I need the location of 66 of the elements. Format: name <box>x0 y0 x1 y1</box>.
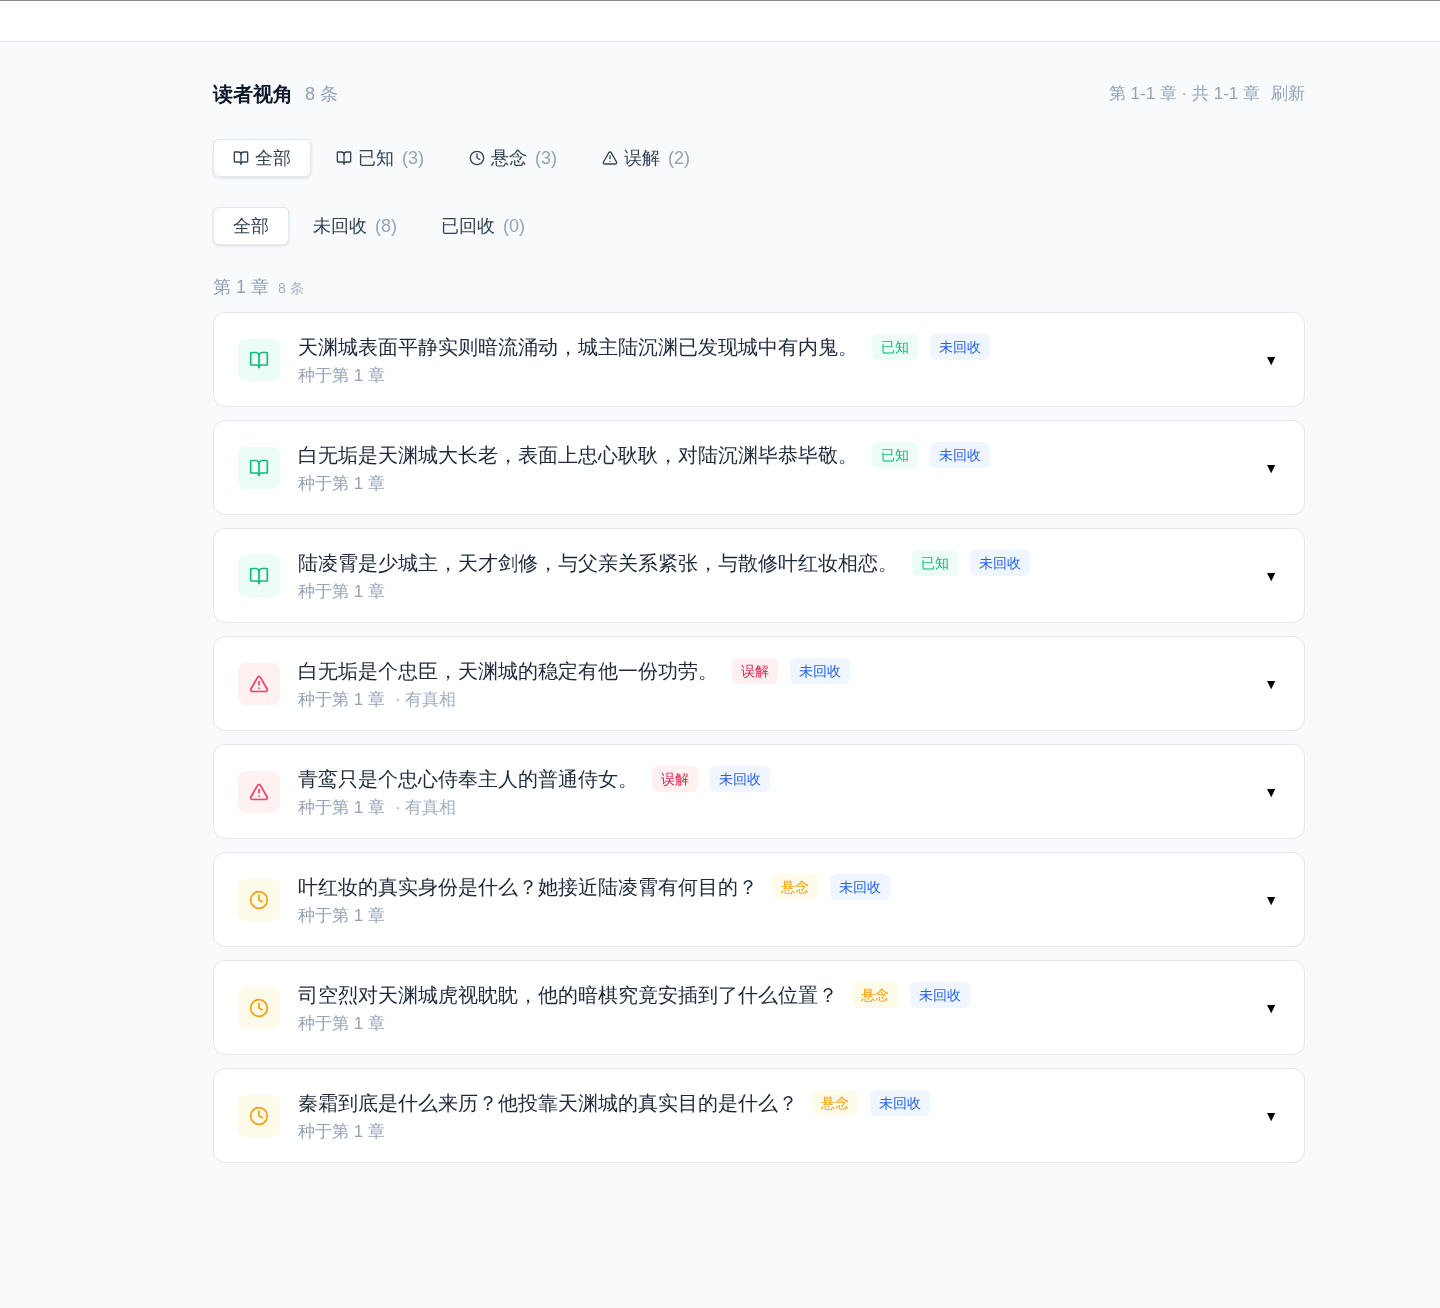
status-tag: 未回收 <box>710 765 770 792</box>
open-book-icon <box>238 338 280 381</box>
type-tag: 误解 <box>732 657 778 684</box>
status-tag: 未回收 <box>790 657 850 684</box>
item-text: 白无垢是天渊城大长老，表面上忠心耿耿，对陆沉渊毕恭毕敬。 <box>298 442 858 468</box>
item-text: 叶红妆的真实身份是什么？她接近陆凌霄有何目的？ <box>298 874 758 900</box>
type-tag: 已知 <box>872 441 918 468</box>
status-tag: 未回收 <box>930 441 990 468</box>
status-tag: 未回收 <box>830 873 890 900</box>
filter-tab[interactable]: 已回收 (0) <box>421 207 545 245</box>
expand-toggle[interactable]: ▼ <box>1264 889 1278 910</box>
expand-toggle[interactable]: ▼ <box>1264 997 1278 1018</box>
open-book-icon <box>233 150 249 166</box>
filter-tab[interactable]: 误解 (2) <box>582 139 710 177</box>
filter-tab[interactable]: 未回收 (8) <box>293 207 417 245</box>
item-text: 天渊城表面平静实则暗流涌动，城主陆沉渊已发现城中有内鬼。 <box>298 334 858 360</box>
item-count: 8 条 <box>305 82 338 106</box>
item-text: 司空烈对天渊城虎视眈眈，他的暗棋究竟安插到了什么位置？ <box>298 982 838 1008</box>
item-text: 秦霜到底是什么来历？他投靠天渊城的真实目的是什么？ <box>298 1090 798 1116</box>
origin-label: 种于第 1 章 <box>298 1120 385 1143</box>
type-tag: 悬念 <box>812 1089 858 1116</box>
open-book-icon <box>336 150 352 166</box>
origin-label: 种于第 1 章 <box>298 688 385 711</box>
open-book-icon <box>238 446 280 489</box>
type-tag: 悬念 <box>852 981 898 1008</box>
status-tag: 未回收 <box>910 981 970 1008</box>
origin-label: 种于第 1 章 <box>298 580 385 603</box>
filter-tab[interactable]: 已知 (3) <box>316 139 444 177</box>
status-tag: 未回收 <box>970 549 1030 576</box>
origin-label: 种于第 1 章 <box>298 904 385 927</box>
warning-icon <box>238 662 280 705</box>
item-text: 陆凌霄是少城主，天才剑修，与父亲关系紧张，与散修叶红妆相恋。 <box>298 550 898 576</box>
origin-label: 种于第 1 章 <box>298 1012 385 1035</box>
clock-icon <box>238 986 280 1029</box>
item-text: 白无垢是个忠臣，天渊城的稳定有他一份功劳。 <box>298 658 718 684</box>
truth-note: · 有真相 <box>394 796 457 819</box>
type-tag: 已知 <box>912 549 958 576</box>
chapter-range: 第 1-1 章 · 共 1-1 章 <box>1108 83 1260 106</box>
origin-label: 种于第 1 章 <box>298 796 385 819</box>
origin-label: 种于第 1 章 <box>298 364 385 387</box>
chapter-heading: 第 1 章 <box>213 276 269 299</box>
page-title: 读者视角 <box>213 82 293 107</box>
expand-toggle[interactable]: ▼ <box>1264 673 1278 694</box>
clock-icon <box>469 150 485 166</box>
truth-note: · 有真相 <box>394 688 457 711</box>
chapter-count: 8 条 <box>278 279 304 298</box>
warning-icon <box>602 150 618 166</box>
filter-tab[interactable]: 全部 <box>213 139 311 177</box>
type-tag: 误解 <box>652 765 698 792</box>
type-tag: 已知 <box>872 333 918 360</box>
warning-icon <box>238 770 280 813</box>
status-tag: 未回收 <box>870 1089 930 1116</box>
clock-icon <box>238 1094 280 1137</box>
expand-toggle[interactable]: ▼ <box>1264 781 1278 802</box>
expand-toggle[interactable]: ▼ <box>1264 565 1278 586</box>
open-book-icon <box>238 554 280 597</box>
item-text: 青鸾只是个忠心侍奉主人的普通侍女。 <box>298 766 638 792</box>
expand-toggle[interactable]: ▼ <box>1264 349 1278 370</box>
status-tag: 未回收 <box>930 333 990 360</box>
clock-icon <box>238 878 280 921</box>
type-tag: 悬念 <box>772 873 818 900</box>
origin-label: 种于第 1 章 <box>298 472 385 495</box>
filter-tab[interactable]: 悬念 (3) <box>449 139 577 177</box>
expand-toggle[interactable]: ▼ <box>1264 457 1278 478</box>
expand-toggle[interactable]: ▼ <box>1264 1105 1278 1126</box>
filter-tab[interactable]: 全部 <box>213 207 289 245</box>
